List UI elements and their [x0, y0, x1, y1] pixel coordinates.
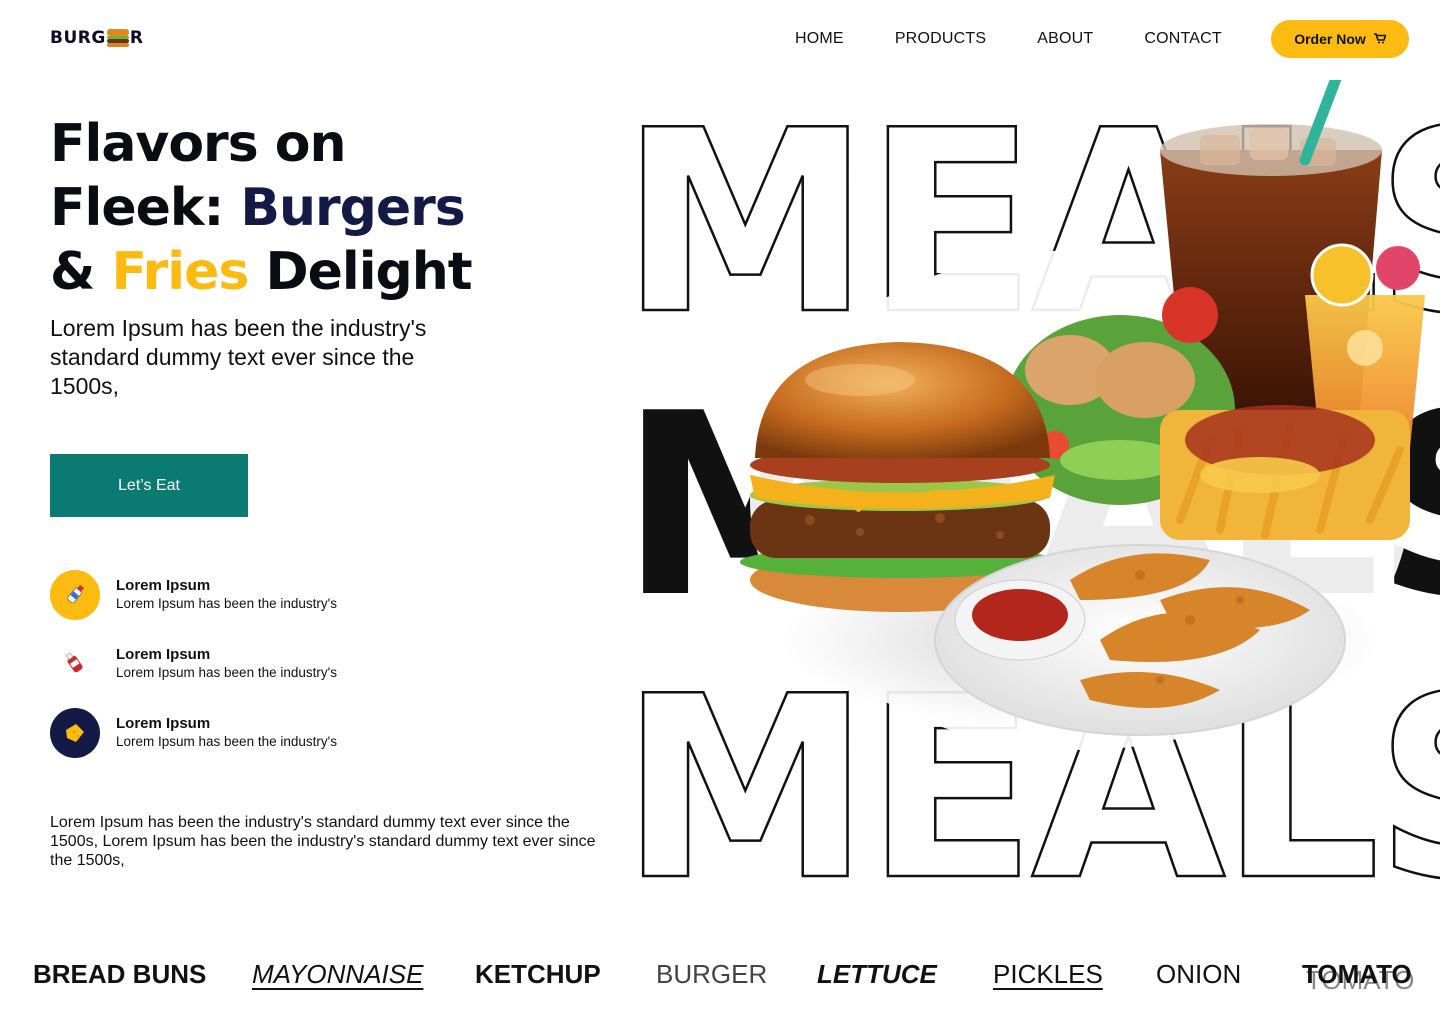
hero-title-line2a: Fleek: [50, 178, 241, 238]
nav-contact[interactable]: CONTACT [1144, 30, 1222, 48]
ingredient-tomato: TOMATO [1302, 959, 1412, 989]
hero-visual: MEALS MEALS MEALS [600, 80, 1440, 900]
chicken-tenders-plate [934, 544, 1346, 736]
ingredient-strip: BREAD BUNS MAYONNAISE KETCHUP BURGER LET… [0, 955, 1440, 995]
cart-icon [1373, 31, 1387, 47]
feature-desc: Lorem Ipsum has been the industry's [116, 734, 337, 749]
feature-list: Lorem Ipsum Lorem Ipsum has been the ind… [50, 570, 337, 777]
hero-title-line3a: & [50, 242, 112, 302]
loaded-fries [1160, 405, 1410, 540]
main-nav: HOME PRODUCTS ABOUT CONTACT [795, 30, 1273, 48]
feature-desc: Lorem Ipsum has been the industry's [116, 665, 337, 680]
hero-title-line1: Flavors on [50, 114, 346, 174]
cheese-icon [50, 708, 100, 758]
hero-title-burgers: Burgers [240, 178, 465, 238]
hero-title-fries: Fries [111, 242, 249, 302]
feature-item: Lorem Ipsum Lorem Ipsum has been the ind… [50, 639, 337, 689]
hero-subtitle: Lorem Ipsum has been the industry's stan… [50, 315, 427, 399]
lets-eat-button[interactable]: Let’s Eat [50, 454, 248, 517]
feature-item: Lorem Ipsum Lorem Ipsum has been the ind… [50, 570, 337, 620]
feature-title: Lorem Ipsum [116, 646, 211, 663]
ingredient-ketchup: KETCHUP [475, 959, 601, 989]
feature-title: Lorem Ipsum [116, 715, 211, 732]
feature-item: Lorem Ipsum Lorem Ipsum has been the ind… [50, 708, 337, 758]
brand-name-prefix: BURG [50, 28, 106, 48]
ingredient-burger: BURGER [656, 959, 768, 989]
order-now-button[interactable]: Order Now [1271, 20, 1409, 58]
ingredient-mayonnaise: MAYONNAISE [252, 959, 424, 989]
hero-title: Flavors on Fleek: Burgers & Fries Deligh… [50, 112, 610, 304]
feature-title: Lorem Ipsum [116, 577, 211, 594]
nav-home[interactable]: HOME [795, 30, 844, 48]
burger-logo-icon [106, 29, 129, 47]
brand-logo[interactable]: BURG R [50, 28, 143, 48]
ingredient-onion: ONION [1156, 959, 1242, 989]
meals-illustration: MEALS MEALS MEALS [619, 80, 1440, 900]
brand-name-suffix: R [129, 28, 144, 48]
nav-about[interactable]: ABOUT [1037, 30, 1093, 48]
order-now-label: Order Now [1294, 31, 1366, 47]
ingredient-bread-buns: BREAD BUNS [33, 959, 207, 989]
hero-body-text: Lorem Ipsum has been the industry's stan… [50, 814, 596, 869]
hero-title-line3c: Delight [248, 242, 472, 302]
sauce-bottle-icon [50, 570, 100, 620]
nav-products[interactable]: PRODUCTS [895, 30, 986, 48]
ingredient-lettuce: LETTUCE [817, 959, 937, 989]
ketchup-icon [50, 639, 100, 689]
feature-desc: Lorem Ipsum has been the industry's [116, 596, 337, 611]
ingredient-pickles: PICKLES [993, 959, 1103, 989]
